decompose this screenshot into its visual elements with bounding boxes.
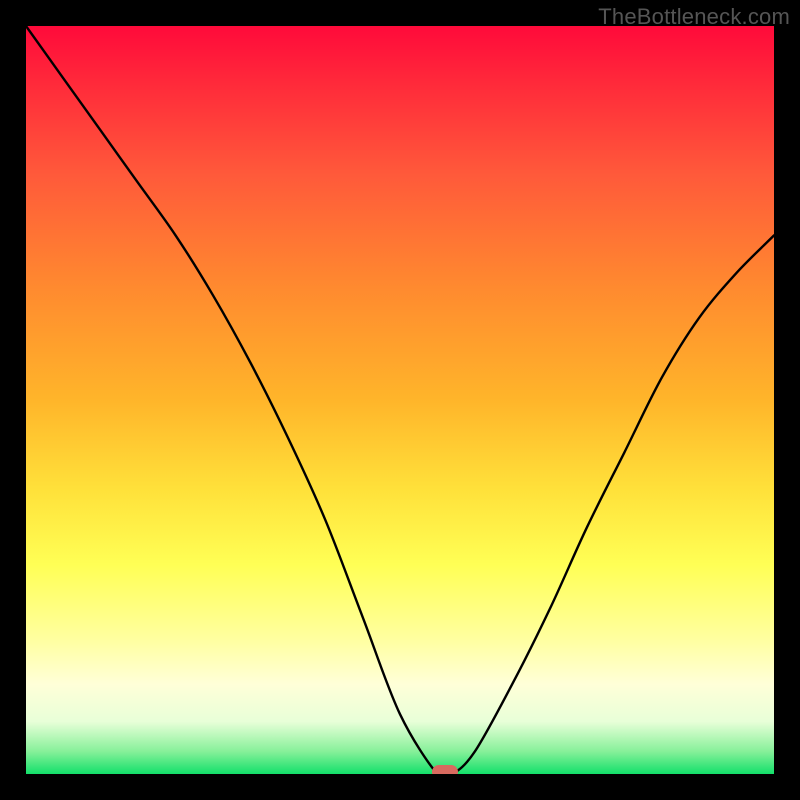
optimal-marker (432, 765, 458, 774)
chart-frame: TheBottleneck.com (0, 0, 800, 800)
plot-area (26, 26, 774, 774)
watermark-text: TheBottleneck.com (598, 4, 790, 30)
curve-svg (26, 26, 774, 774)
bottleneck-curve (26, 26, 774, 774)
